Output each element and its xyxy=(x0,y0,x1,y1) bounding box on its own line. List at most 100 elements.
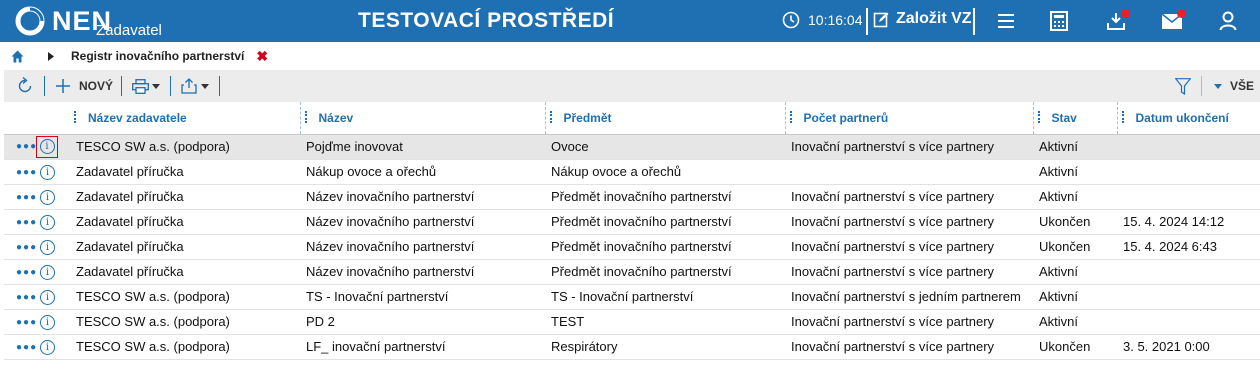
user-icon[interactable] xyxy=(1219,11,1237,31)
menu-icon[interactable] xyxy=(996,11,1016,31)
cell-stav: Aktivní xyxy=(1033,284,1117,310)
table-header-row: Název zadavatele Název Předmět Počet par… xyxy=(4,102,1260,135)
table-row[interactable]: ●●● i TESCO SW a.s. (podpora) TS - Inovač… xyxy=(4,284,1260,310)
header-divider xyxy=(866,8,868,35)
cell-nazev: Pojďme inovovat xyxy=(300,134,545,160)
actions-column-header xyxy=(4,102,70,135)
cell-nazev: Název inovačního partnerství xyxy=(300,234,545,260)
more-options-icon[interactable]: ●●● xyxy=(16,292,36,303)
cell-nazev: PD 2 xyxy=(300,309,545,335)
table-row[interactable]: ●●● i Zadavatel příručka Nákup ovoce a oř… xyxy=(4,159,1260,185)
info-icon[interactable]: i xyxy=(40,164,55,180)
filter-icon[interactable] xyxy=(1174,77,1191,95)
cell-datum xyxy=(1117,134,1260,160)
table-row[interactable]: ●●● i TESCO SW a.s. (podpora) Pojďme inov… xyxy=(4,134,1260,160)
column-header-zadavatel[interactable]: Název zadavatele xyxy=(70,102,300,135)
toolbar-divider xyxy=(219,76,221,96)
cell-predmet: Předmět inovačního partnerství xyxy=(545,209,785,235)
close-tab-icon[interactable]: ✖ xyxy=(256,48,268,65)
table-row[interactable]: ●●● i TESCO SW a.s. (podpora) PD 2 TEST I… xyxy=(4,309,1260,335)
breadcrumb-current[interactable]: Registr inovačního partnerství xyxy=(71,49,244,63)
caret-down-icon xyxy=(1213,83,1222,89)
table-row[interactable]: ●●● i TESCO SW a.s. (podpora) LF_ inovačn… xyxy=(4,334,1260,360)
inbox-notification-dot xyxy=(1121,9,1130,18)
cell-datum xyxy=(1117,284,1260,310)
caret-down-icon xyxy=(201,83,210,89)
partnership-table: Název zadavatele Název Předmět Počet par… xyxy=(4,102,1260,360)
cell-stav: Ukončen xyxy=(1033,334,1117,360)
cell-pocet xyxy=(785,159,1033,185)
cell-stav: Ukončen xyxy=(1033,209,1117,235)
info-icon[interactable]: i xyxy=(40,289,55,305)
cell-zadavatel: TESCO SW a.s. (podpora) xyxy=(70,309,300,335)
cell-datum xyxy=(1117,309,1260,335)
breadcrumb: Registr inovačního partnerství ✖ xyxy=(0,42,1260,70)
home-icon[interactable] xyxy=(11,50,24,63)
more-options-icon[interactable]: ●●● xyxy=(16,267,36,278)
more-options-icon[interactable]: ●●● xyxy=(16,242,36,253)
table-row[interactable]: ●●● i Zadavatel příručka Název inovačního… xyxy=(4,259,1260,285)
cell-datum xyxy=(1117,159,1260,185)
more-options-icon[interactable]: ●●● xyxy=(16,192,36,203)
column-header-pocet[interactable]: Počet partnerů xyxy=(784,102,1033,135)
info-icon[interactable]: i xyxy=(40,214,55,230)
cell-stav: Ukončen xyxy=(1033,234,1117,260)
cell-pocet: Inovační partnerství s jedním partnerem xyxy=(785,284,1033,310)
cell-nazev: TS - Inovační partnerství xyxy=(300,284,545,310)
column-header-nazev[interactable]: Název xyxy=(299,102,545,135)
filter-select[interactable]: VŠE xyxy=(1213,79,1254,93)
info-icon[interactable]: i xyxy=(40,239,55,255)
table-row[interactable]: ●●● i Zadavatel příručka Název inovačního… xyxy=(4,184,1260,210)
info-icon[interactable]: i xyxy=(40,339,55,355)
top-header: NEN Zadavatel TESTOVACÍ PROSTŘEDÍ 10:16:… xyxy=(0,0,1260,42)
create-vz-button[interactable]: Založit VZ xyxy=(873,10,972,28)
row-actions: ●●● i xyxy=(4,184,70,210)
cell-pocet: Inovační partnerství s více partnery xyxy=(785,134,1033,160)
header-divider xyxy=(973,8,975,35)
cell-zadavatel: TESCO SW a.s. (podpora) xyxy=(70,284,300,310)
filter-select-value: VŠE xyxy=(1229,79,1254,93)
row-actions: ●●● i xyxy=(4,309,70,335)
export-dropdown[interactable] xyxy=(181,78,210,94)
info-icon[interactable]: i xyxy=(40,189,55,205)
cell-nazev: Název inovačního partnerství xyxy=(300,259,545,285)
info-icon[interactable]: i xyxy=(40,264,55,280)
create-vz-label: Založit VZ xyxy=(896,10,972,27)
cell-stav: Aktivní xyxy=(1033,134,1117,160)
cell-zadavatel: Zadavatel příručka xyxy=(70,234,300,260)
cell-pocet: Inovační partnerství s více partnery xyxy=(785,309,1033,335)
logo-ring-icon xyxy=(15,6,45,36)
print-dropdown[interactable] xyxy=(132,78,161,94)
row-actions: ●●● i xyxy=(4,284,70,310)
plus-icon xyxy=(56,79,70,93)
toolbar: NOVÝ VŠE xyxy=(4,70,1260,102)
column-header-predmet[interactable]: Předmět xyxy=(544,102,785,135)
column-header-datum[interactable]: Datum ukončení xyxy=(1116,102,1260,135)
info-icon[interactable]: i xyxy=(40,314,55,330)
more-options-icon[interactable]: ●●● xyxy=(16,167,36,178)
row-actions: ●●● i xyxy=(4,134,70,160)
more-options-icon[interactable]: ●●● xyxy=(16,217,36,228)
focused-info[interactable]: i xyxy=(36,135,58,158)
calculator-icon[interactable] xyxy=(1050,11,1068,31)
environment-title: TESTOVACÍ PROSTŘEDÍ xyxy=(358,9,615,32)
table-row[interactable]: ●●● i Zadavatel příručka Název inovačního… xyxy=(4,234,1260,260)
row-actions: ●●● i xyxy=(4,234,70,260)
info-icon[interactable]: i xyxy=(39,139,55,154)
cell-nazev: LF_ inovační partnerství xyxy=(300,334,545,360)
more-options-icon[interactable]: ●●● xyxy=(16,342,36,353)
more-options-icon[interactable]: ●●● xyxy=(16,141,36,152)
cell-predmet: Ovoce xyxy=(545,134,785,160)
new-button[interactable]: NOVÝ xyxy=(55,78,113,94)
column-header-stav[interactable]: Stav xyxy=(1032,102,1117,135)
cell-datum xyxy=(1117,259,1260,285)
more-options-icon[interactable]: ●●● xyxy=(16,317,36,328)
cell-zadavatel: TESCO SW a.s. (podpora) xyxy=(70,334,300,360)
caret-down-icon xyxy=(152,83,161,89)
refresh-icon[interactable] xyxy=(16,77,34,95)
edit-icon xyxy=(873,12,889,27)
table-row[interactable]: ●●● i Zadavatel příručka Název inovačního… xyxy=(4,209,1260,235)
cell-nazev: Nákup ovoce a ořechů xyxy=(300,159,545,185)
cell-pocet: Inovační partnerství s více partnery xyxy=(785,259,1033,285)
cell-nazev: Název inovačního partnerství xyxy=(300,184,545,210)
